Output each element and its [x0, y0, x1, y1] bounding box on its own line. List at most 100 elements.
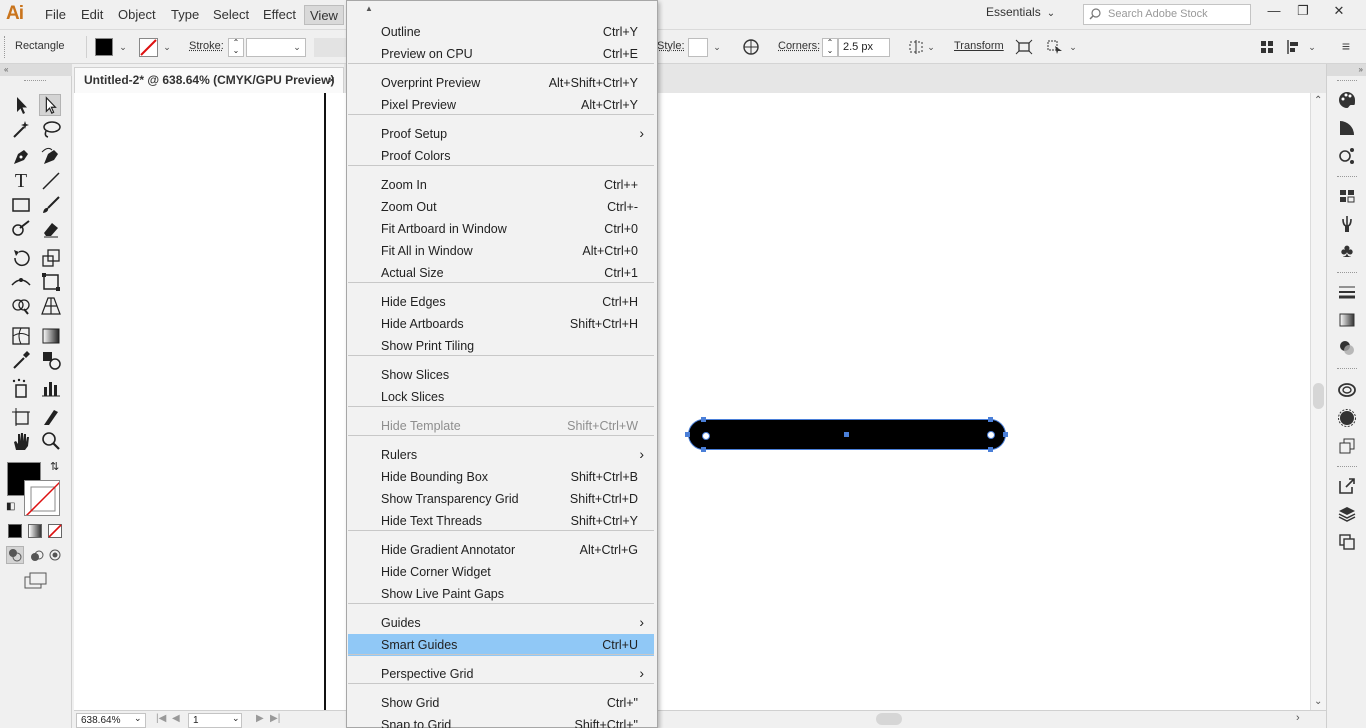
chevron-down-icon[interactable]: ⌄ [710, 38, 724, 56]
color-guide-icon[interactable] [1337, 118, 1357, 138]
corner-widget-left[interactable] [702, 432, 710, 440]
search-stock-input[interactable]: Search Adobe Stock [1083, 4, 1251, 25]
anchor-point[interactable] [701, 447, 706, 452]
menu-select[interactable]: Select [208, 5, 254, 25]
artboard-tool-icon[interactable] [10, 406, 32, 428]
menu-item-outline[interactable]: Outline Ctrl+Y [348, 21, 654, 43]
arrange-documents-icon[interactable] [1259, 39, 1277, 55]
chevron-down-icon[interactable]: ⌄ [1305, 38, 1319, 56]
corners-input[interactable]: 2.5 px [838, 38, 890, 57]
menu-item-show-grid[interactable]: Show Grid Ctrl+" [348, 692, 654, 714]
direct-selection-tool[interactable] [39, 94, 61, 116]
expand-panels-icon[interactable]: » [1327, 64, 1366, 76]
stroke-weight-stepper[interactable]: ⌃ ⌄ [228, 38, 244, 57]
isolate-object-icon[interactable] [1015, 39, 1033, 55]
swatches-icon[interactable] [1337, 186, 1357, 206]
menu-item-show-slices[interactable]: Show Slices [348, 364, 654, 386]
menu-item-show-transparency-grid[interactable]: Show Transparency Grid Shift+Ctrl+D [348, 488, 654, 510]
type-tool-icon[interactable]: T [10, 170, 32, 192]
stroke-label[interactable]: Stroke: [189, 40, 224, 52]
menu-item-show-live-paint-gaps[interactable]: Show Live Paint Gaps [348, 583, 654, 605]
panel-grip[interactable] [4, 36, 7, 58]
menu-item-proof-setup[interactable]: Proof Setup › [348, 123, 654, 145]
panel-grip[interactable] [1337, 80, 1357, 83]
chevron-down-icon[interactable]: ⌄ [1066, 38, 1080, 56]
scroll-up-arrow[interactable]: ▲ [365, 4, 373, 13]
next-artboard-icon[interactable]: ▶ [256, 713, 264, 724]
paintbrush-tool-icon[interactable] [40, 194, 62, 216]
stroke-panel-icon[interactable] [1337, 282, 1357, 302]
panel-menu-icon[interactable]: ≡ [1336, 38, 1356, 56]
gradient-tool-icon[interactable] [40, 325, 62, 347]
blend-tool-icon[interactable] [40, 349, 62, 371]
slice-tool-icon[interactable] [40, 406, 62, 428]
eraser-tool-icon[interactable] [40, 218, 62, 240]
selection-tool-icon[interactable] [10, 94, 32, 116]
chevron-down-icon[interactable]: ⌄ [232, 713, 240, 724]
anchor-point[interactable] [988, 447, 993, 452]
menu-item-hide-text-threads[interactable]: Hide Text Threads Shift+Ctrl+Y [348, 510, 654, 532]
menu-item-overprint-preview[interactable]: Overprint Preview Alt+Shift+Ctrl+Y [348, 72, 654, 94]
menu-item-hide-corner-widget[interactable]: Hide Corner Widget [348, 561, 654, 583]
panel-grip[interactable] [1337, 368, 1357, 371]
chevron-down-icon[interactable]: ⌄ [290, 38, 304, 56]
menu-view[interactable]: View [304, 5, 344, 25]
panel-grip[interactable] [1337, 176, 1357, 179]
screen-mode-icon[interactable] [24, 572, 48, 590]
brushes-icon[interactable] [1337, 214, 1357, 234]
menu-item-hide-bounding-box[interactable]: Hide Bounding Box Shift+Ctrl+B [348, 466, 654, 488]
center-point[interactable] [844, 432, 849, 437]
menu-item-smart-guides[interactable]: Smart Guides Ctrl+U [348, 634, 654, 656]
symbol-sprayer-tool-icon[interactable] [10, 377, 32, 399]
curvature-tool-icon[interactable] [40, 146, 62, 168]
document-tab[interactable]: Untitled-2* @ 638.64% (CMYK/GPU Preview)… [74, 67, 344, 93]
scroll-down-arrow[interactable]: ⌄ [1314, 696, 1322, 707]
menu-item-rulers[interactable]: Rulers › [348, 444, 654, 466]
color-mode-button[interactable] [8, 524, 22, 538]
close-window-button[interactable]: ✕ [1322, 0, 1356, 24]
menu-item-zoom-in[interactable]: Zoom In Ctrl++ [348, 174, 654, 196]
collapse-icon[interactable]: « [0, 64, 72, 76]
menu-item-proof-colors[interactable]: Proof Colors [348, 145, 654, 167]
color-themes-icon[interactable] [1337, 146, 1357, 166]
lasso-tool-icon[interactable] [40, 118, 62, 140]
width-tool-icon[interactable] [10, 271, 32, 293]
corners-stepper[interactable]: ⌃ ⌄ [822, 38, 838, 57]
restore-button[interactable]: ❐ [1286, 0, 1320, 24]
scale-tool-icon[interactable] [40, 247, 62, 269]
shape-builder-tool-icon[interactable] [10, 295, 32, 317]
draw-inside-icon[interactable] [48, 548, 62, 562]
gradient-mode-button[interactable] [28, 524, 42, 538]
last-artboard-icon[interactable]: ▶| [270, 713, 280, 724]
stroke-color-box[interactable] [24, 480, 60, 516]
gradient-panel-icon[interactable] [1337, 310, 1357, 330]
menu-item-preview-on-cpu[interactable]: Preview on CPU Ctrl+E [348, 43, 654, 65]
previous-artboard-icon[interactable]: ◀ [172, 713, 180, 724]
menu-item-actual-size[interactable]: Actual Size Ctrl+1 [348, 262, 654, 284]
menu-item-zoom-out[interactable]: Zoom Out Ctrl+- [348, 196, 654, 218]
transform-link[interactable]: Transform [954, 40, 1004, 52]
menu-edit[interactable]: Edit [76, 5, 108, 25]
recolor-artwork-icon[interactable] [742, 39, 760, 55]
symbols-icon[interactable]: ♣ [1337, 242, 1357, 262]
anchor-point[interactable] [988, 417, 993, 422]
default-fill-stroke-icon[interactable]: ◧ [6, 501, 15, 512]
corners-label[interactable]: Corners: [778, 40, 820, 52]
none-mode-button[interactable] [48, 524, 62, 538]
menu-item-hide-artboards[interactable]: Hide Artboards Shift+Ctrl+H [348, 313, 654, 335]
chevron-down-icon[interactable]: ⌄ [160, 38, 174, 56]
magic-wand-tool-icon[interactable] [10, 118, 32, 140]
menu-effect[interactable]: Effect [258, 5, 301, 25]
corner-widget-right[interactable] [987, 431, 995, 439]
stroke-none-swatch[interactable] [139, 38, 158, 57]
transparency-icon[interactable] [1337, 338, 1357, 358]
perspective-grid-tool-icon[interactable] [40, 295, 62, 317]
draw-normal-button[interactable] [6, 546, 24, 564]
scroll-up-arrow[interactable]: ⌃ [1314, 95, 1322, 106]
swap-fill-stroke-icon[interactable]: ⇅ [50, 460, 59, 473]
column-graph-tool-icon[interactable] [40, 377, 62, 399]
style-label[interactable]: Style: [657, 40, 685, 52]
vertical-scroll-thumb[interactable] [1313, 383, 1324, 409]
menu-item-guides[interactable]: Guides › [348, 612, 654, 634]
menu-object[interactable]: Object [113, 5, 161, 25]
